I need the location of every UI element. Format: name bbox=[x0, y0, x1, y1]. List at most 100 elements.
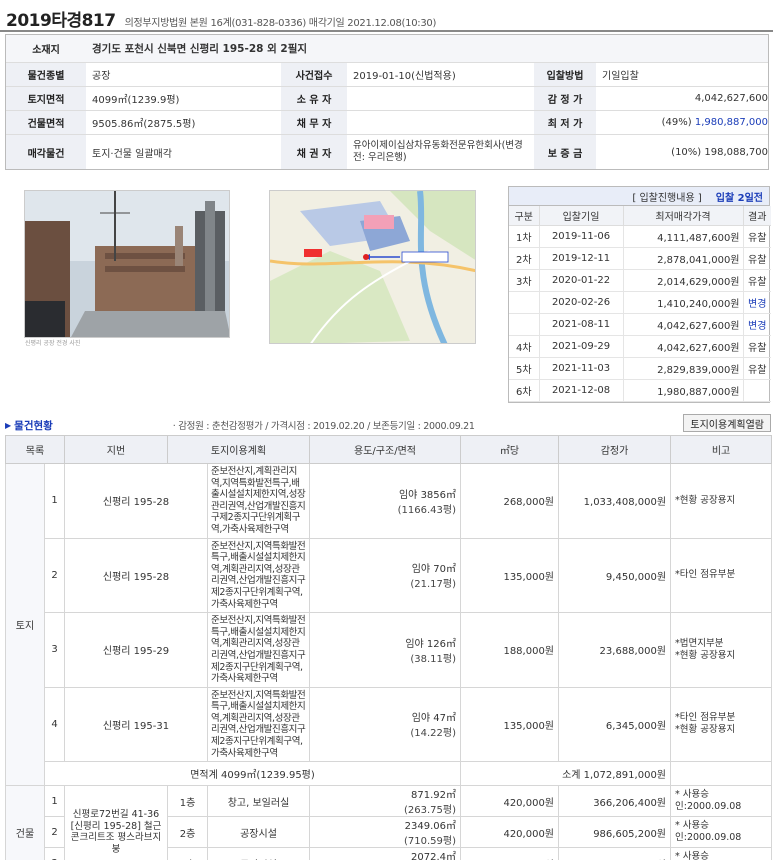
empty-cell bbox=[670, 761, 773, 787]
bid-round: 1차 bbox=[509, 225, 540, 248]
owner-label: 소 유 자 bbox=[281, 87, 347, 110]
price-per-sqm: 268,000원 bbox=[460, 463, 560, 539]
appraisal-label: 감 정 가 bbox=[534, 87, 596, 110]
location-map[interactable] bbox=[269, 190, 476, 344]
photo-caption: 신평리 공장 전경 사진 bbox=[25, 340, 81, 347]
floor: 2층 bbox=[167, 816, 208, 849]
bid-result: 유찰 bbox=[743, 269, 771, 292]
summary-row: 물건종별 공장 사건접수 2019-01-10(신법적용) 입찰방법 기일입찰 bbox=[6, 63, 768, 87]
debtor-label: 채 무 자 bbox=[281, 111, 347, 134]
bid-result: 유찰 bbox=[743, 247, 771, 270]
bid-date: 2021-09-29 bbox=[539, 335, 624, 358]
appraisal-price: 366,206,400원 bbox=[558, 785, 672, 818]
appraisal-price: 9,450,000원 bbox=[558, 537, 672, 614]
case-header: 2019타경817 의정부지방법원 본원 16계(031-828-0336) 매… bbox=[6, 6, 437, 31]
building-group-label: 건물 bbox=[5, 785, 45, 860]
note-line: *법면지부분 bbox=[675, 637, 724, 649]
summary-row: 건물면적 9505.86㎡(2875.5평) 채 무 자 최 저 가 (49%)… bbox=[6, 111, 768, 135]
col-result: 결과 bbox=[743, 206, 771, 226]
address-row: 소재지 경기도 포천시 신북면 신평리 195-28 외 2필지 bbox=[6, 35, 768, 63]
building-area-value: 9505.86㎡(2875.5평) bbox=[92, 119, 196, 130]
building-use: 창고, 보일러실 bbox=[206, 785, 311, 818]
land-row: 토지 1 신평리 195-28 준보전산지,계획관리지역,지역특화발전특구,배출시설설… bbox=[5, 462, 773, 787]
bid-round bbox=[509, 291, 540, 314]
land-row: 4 신평리 195-31 준보전산지,지역특화발전특구,배출시설설치제한지역,계획관… bbox=[6, 686, 773, 763]
land-use-plan: 준보전산지,계획관리지역,지역특화발전특구,배출시설설치제한지역,성장관리권역,… bbox=[206, 463, 311, 539]
property-photo[interactable] bbox=[24, 190, 230, 338]
bid-round: 3차 bbox=[509, 269, 540, 292]
appraisal-info: · 감정원 : 춘천감정평가 / 가격시점 : 2019.02.20 / 보존등… bbox=[172, 421, 475, 432]
property-table: 목록 지번 토지이용계획 용도/구조/면적 ㎡당 감정가 비고 토지 1 신평리 1… bbox=[5, 435, 773, 860]
creditor-value: 유아이제이십삼차유동화전문유한회사(변경전: 우리은행) bbox=[353, 140, 523, 163]
row-number: 2 bbox=[44, 537, 65, 614]
bid-min-price: 2,829,839,000원 bbox=[623, 357, 744, 380]
land-area-label: 토지면적 bbox=[6, 87, 86, 110]
bid-date: 2021-12-08 bbox=[539, 379, 624, 402]
land-use-plan-button[interactable]: 토지이용계획열람 bbox=[683, 414, 771, 432]
col-lot: 지번 bbox=[64, 435, 168, 464]
note-line: *타인 점유부분 bbox=[675, 712, 736, 724]
bid-min-price: 2,878,041,000원 bbox=[623, 247, 744, 270]
bid-min-price: 1,980,887,000원 bbox=[623, 379, 744, 402]
bid-method-label: 입찰방법 bbox=[534, 63, 596, 86]
deposit-value: (10%) 198,088,700 bbox=[671, 146, 768, 158]
bid-round: 2차 bbox=[509, 247, 540, 270]
use-area-sqm: 임야 47㎡ bbox=[411, 713, 457, 725]
building-area-pyeong: (263.75평) bbox=[404, 805, 457, 817]
bid-history-title: [ 입찰진행내용 ] bbox=[632, 192, 702, 204]
price-per-sqm: 188,000원 bbox=[460, 612, 560, 688]
row-number: 1 bbox=[44, 463, 65, 539]
price-per-sqm: 420,000원 bbox=[460, 785, 560, 818]
land-area-value: 4099㎡(1239.9평) bbox=[92, 95, 180, 106]
bid-countdown-badge: 입찰 2일전 bbox=[715, 192, 763, 204]
col-list: 목록 bbox=[5, 435, 65, 464]
note: *현황 공장용지 bbox=[670, 463, 773, 539]
bid-round: 4차 bbox=[509, 335, 540, 358]
use-area-pyeong: (1166.43평) bbox=[397, 504, 457, 516]
floor: 1층 bbox=[167, 785, 208, 818]
note: * 사용승인:2000.09.08 bbox=[670, 816, 773, 849]
land-use-plan: 준보전산지,지역특화발전특구,배출시설설치제한지역,계획관리지역,성장관리권역,… bbox=[206, 686, 311, 763]
creditor-label: 채 권 자 bbox=[281, 135, 347, 169]
row-number: 2 bbox=[44, 816, 65, 849]
summary-row: 토지면적 4099㎡(1239.9평) 소 유 자 감 정 가 4,042,62… bbox=[6, 87, 768, 111]
use-area: 임야 70㎡ (21.17평) bbox=[309, 537, 462, 614]
building-use: 공장시설 bbox=[206, 847, 311, 860]
case-summary-table: 소재지 경기도 포천시 신북면 신평리 195-28 외 2필지 물건종별 공장… bbox=[5, 34, 769, 170]
price-per-sqm: 135,000원 bbox=[460, 537, 560, 614]
bid-result: 유찰 bbox=[743, 335, 771, 358]
property-status-section: ▶ 물건현황 · 감정원 : 춘천감정평가 / 가격시점 : 2019.02.2… bbox=[5, 414, 771, 433]
header-divider bbox=[0, 30, 773, 32]
bid-round: 6차 bbox=[509, 379, 540, 402]
min-price-label: 최 저 가 bbox=[534, 111, 596, 134]
price-per-sqm: 420,000원 bbox=[460, 816, 560, 849]
min-price-amount: 1,980,887,000 bbox=[694, 117, 768, 128]
col-bid-date: 입찰기일 bbox=[539, 206, 624, 226]
bid-date: 2021-11-03 bbox=[539, 357, 624, 380]
price-per-sqm: 135,000원 bbox=[460, 686, 560, 763]
bid-result: 유찰 bbox=[743, 357, 771, 380]
col-use-area: 용도/구조/면적 bbox=[309, 435, 462, 464]
row-number: 1 bbox=[44, 785, 65, 818]
use-area: 임야 47㎡ (14.22평) bbox=[309, 686, 462, 763]
col-land-plan: 토지이용계획 bbox=[166, 435, 311, 464]
use-area-pyeong: (38.11평) bbox=[410, 653, 457, 665]
use-area-sqm: 임야 70㎡ bbox=[411, 564, 457, 576]
use-area-sqm: 임야 126㎡ bbox=[405, 638, 457, 650]
summary-row: 매각물건 토지·건물 일괄매각 채 권 자 유아이제이십삼차유동화전문유한회사(… bbox=[6, 135, 768, 169]
triangle-bullet-icon: ▶ bbox=[5, 420, 12, 430]
bid-date: 2019-11-06 bbox=[539, 225, 624, 248]
bid-row: 1차 2019-11-06 4,111,487,600원 유찰 bbox=[509, 225, 771, 248]
section-title: 물건현황 bbox=[14, 419, 53, 432]
appraisal-price: 6,345,000원 bbox=[558, 686, 672, 763]
bid-history-header: [ 입찰진행내용 ] 입찰 2일전 bbox=[509, 187, 769, 206]
note: * 사용승인:2000.09.08 bbox=[670, 847, 773, 860]
col-appraisal: 감정가 bbox=[558, 435, 672, 464]
land-use-plan: 준보전산지,지역특화발전특구,배출시설설치제한지역,계획관리지역,성장관리권역,… bbox=[206, 612, 311, 688]
note-line: *현황 공장용지 bbox=[675, 494, 736, 506]
bid-row: 6차 2021-12-08 1,980,887,000원 bbox=[509, 379, 771, 402]
debtor-value bbox=[347, 111, 534, 134]
row-number: 4 bbox=[44, 686, 65, 763]
court-info: 의정부지방법원 본원 16계(031-828-0336) 매각기일 2021.1… bbox=[124, 18, 437, 29]
min-price-percent: (49%) bbox=[661, 117, 692, 128]
